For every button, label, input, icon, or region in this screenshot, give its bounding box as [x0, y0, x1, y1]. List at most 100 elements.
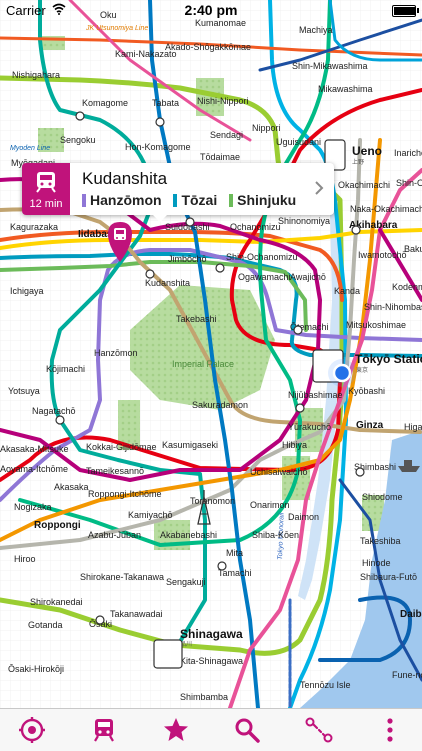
station-roppongi[interactable]: Roppongi	[34, 520, 81, 531]
station-akasaka[interactable]: Akasaka	[54, 482, 89, 492]
station-shinonomiya[interactable]: Shinonomiya	[278, 216, 330, 226]
station-jimbocho[interactable]: Jimbōchō	[168, 254, 207, 264]
station-higashi-ginza[interactable]: Higas	[404, 422, 422, 432]
station-akado[interactable]: Akado-Shōgakkōmae	[165, 42, 251, 52]
station-shibaura-futo[interactable]: Shibaura-Futō	[360, 572, 417, 582]
station-hon-komagome[interactable]: Hon-Komagome	[125, 142, 191, 152]
station-shinagawa[interactable]: Shinagawa	[180, 627, 243, 641]
station-kanda[interactable]: Kanda	[334, 286, 360, 296]
station-takebashi[interactable]: Takebashi	[176, 314, 217, 324]
station-osaki-hirokoji[interactable]: Ōsaki-Hirokōji	[8, 664, 64, 674]
station-inaricho[interactable]: Inarichō	[394, 148, 422, 158]
station-awajicho[interactable]: Awajichō	[290, 272, 326, 282]
station-hanzomon[interactable]: Hanzōmon	[94, 348, 138, 358]
station-shin-nihombashi[interactable]: Shin-Nihombashi	[364, 302, 422, 312]
station-sendagi[interactable]: Sendagi	[210, 130, 243, 140]
stations-button[interactable]	[90, 716, 118, 744]
station-sengoku[interactable]: Sengoku	[60, 135, 96, 145]
station-ochanomizu[interactable]: Ochanomizu	[230, 222, 281, 232]
station-iwamotocho[interactable]: Iwamotochō	[358, 250, 407, 260]
station-kodenma[interactable]: Kodenma	[392, 282, 422, 292]
station-tokyo[interactable]: Tōkyō Station	[355, 352, 422, 366]
station-shiba-koen[interactable]: Shiba-Kōen	[252, 530, 299, 540]
more-icon	[387, 718, 393, 742]
station-shin-mikawashima[interactable]: Shin-Mikawashima	[292, 61, 368, 71]
line-name: Tōzai	[181, 192, 218, 208]
station-nippori[interactable]: Nippori	[252, 123, 281, 133]
station-tameikesanno[interactable]: Tameikesannō	[86, 466, 144, 476]
station-daimon[interactable]: Daimon	[288, 512, 319, 522]
search-button[interactable]	[233, 716, 261, 744]
station-hiroo[interactable]: Hiroo	[14, 554, 36, 564]
chevron-right-icon[interactable]	[314, 180, 324, 196]
station-mita[interactable]: Mita	[226, 548, 243, 558]
station-ueno[interactable]: Ueno	[352, 144, 382, 158]
station-shirokanedai[interactable]: Shirokanedai	[30, 597, 83, 607]
station-gotanda[interactable]: Gotanda	[28, 620, 63, 630]
station-nagatacho[interactable]: Nagatachō	[32, 406, 76, 416]
station-shimbamba[interactable]: Shimbamba	[180, 692, 228, 702]
line-item-hanzomon: Hanzōmon	[82, 192, 162, 208]
station-mikawashima[interactable]: Mikawashima	[318, 84, 373, 94]
station-callout[interactable]: 12 min Kudanshita Hanzōmon Tōzai Shinjuk…	[22, 163, 334, 215]
station-azabu-juban[interactable]: Azabu-Jūban	[88, 530, 141, 540]
station-daiba[interactable]: Daiba	[400, 609, 422, 620]
station-ginza[interactable]: Ginza	[356, 420, 384, 431]
station-tabata[interactable]: Tabata	[152, 98, 179, 108]
station-kasumigaseki[interactable]: Kasumigaseki	[162, 440, 218, 450]
station-akabanebashi[interactable]: Akabanebashi	[160, 530, 217, 540]
station-naka-okachimachi[interactable]: Naka-Okachimachi	[350, 204, 422, 214]
station-fune-no[interactable]: Fune-no-	[392, 670, 422, 680]
subway-map[interactable]: JK Utsunomiya Line Myoden Line Tokyo Mon…	[0, 0, 422, 708]
station-kamiyacho[interactable]: Kamiyachō	[128, 510, 173, 520]
station-komagome[interactable]: Komagome	[82, 98, 128, 108]
station-takeshiba[interactable]: Takeshiba	[360, 536, 401, 546]
station-yotsuya[interactable]: Yotsuya	[8, 386, 40, 396]
station-nishigahara[interactable]: Nishigahara	[12, 70, 60, 80]
station-sakuradamon[interactable]: Sakuradamon	[192, 400, 248, 410]
map-canvas[interactable]: JK Utsunomiya Line Myoden Line Tokyo Mon…	[0, 0, 422, 708]
station-hinode[interactable]: Hinode	[362, 558, 391, 568]
station-shin-okachimachi[interactable]: Shin-Okachimachi	[396, 178, 422, 188]
station-kojimachi[interactable]: Kōjimachi	[46, 364, 85, 374]
station-kyobashi[interactable]: Kyōbashi	[348, 386, 385, 396]
station-mitsukoshimae[interactable]: Mitsukoshimae	[346, 320, 406, 330]
locate-button[interactable]	[18, 716, 46, 744]
station-shiodome[interactable]: Shiodome	[362, 492, 403, 502]
station-takanawadai[interactable]: Takanawadai	[110, 609, 163, 619]
line-name: Shinjuku	[237, 192, 297, 208]
station-okachimachi[interactable]: Okachimachi	[338, 180, 390, 190]
station-uchisaiwaicho[interactable]: Uchisaiwaichō	[250, 467, 308, 477]
station-bakuro[interactable]: Bakuro	[404, 244, 422, 254]
station-onarimon[interactable]: Onarimon	[250, 500, 290, 510]
line-swatch	[173, 194, 178, 207]
station-todaimae[interactable]: Tōdaimae	[200, 152, 240, 162]
station-aoyama[interactable]: Aoyama-Itchōme	[0, 464, 68, 474]
line-name: Hanzōmon	[90, 192, 162, 208]
station-ichigaya[interactable]: Ichigaya	[10, 286, 44, 296]
station-kokkai[interactable]: Kokkai-Gijidōmae	[86, 442, 157, 452]
route-button[interactable]	[305, 716, 333, 744]
more-button[interactable]	[376, 716, 404, 744]
station-uguisudani[interactable]: Uguisudani	[276, 137, 321, 147]
station-shirokane-takanawa[interactable]: Shirokane-Takanawa	[80, 572, 164, 582]
station-kita-shinagawa[interactable]: Kita-Shinagawa	[180, 656, 243, 666]
station-sengakuji[interactable]: Sengakuji	[166, 577, 206, 587]
station-akasaka-mitsuke[interactable]: Akasaka-Mitsuke	[0, 444, 69, 454]
shinagawa-interchange[interactable]	[153, 639, 183, 669]
station-hibiya[interactable]: Hibiya	[282, 440, 307, 450]
station-kudanshita-label[interactable]: Kudanshita	[145, 278, 190, 288]
bottom-toolbar	[0, 708, 422, 751]
station-shin-ochanomizu[interactable]: Shin-Ochanomizu	[226, 252, 298, 262]
station-roppongi-itchome[interactable]: Roppongi-Itchōme	[88, 489, 162, 499]
station-nijubashimae[interactable]: Nijūbashimae	[288, 390, 343, 400]
favourites-button[interactable]	[162, 716, 190, 744]
station-kagurazaka[interactable]: Kagurazaka	[10, 222, 58, 232]
station-ogawamachi[interactable]: Ogawamachi	[238, 272, 291, 282]
station-nishi-nippori[interactable]: Nishi-Nippori	[197, 96, 249, 106]
station-machiya[interactable]: Machiya	[299, 25, 333, 35]
station-tennozu[interactable]: Tennōzu Isle	[300, 680, 351, 690]
station-nogizaka[interactable]: Nogizaka	[14, 502, 52, 512]
station-toranomon[interactable]: Toranomon	[190, 496, 235, 506]
station-yurakucho[interactable]: Yūrakuchō	[288, 422, 331, 432]
